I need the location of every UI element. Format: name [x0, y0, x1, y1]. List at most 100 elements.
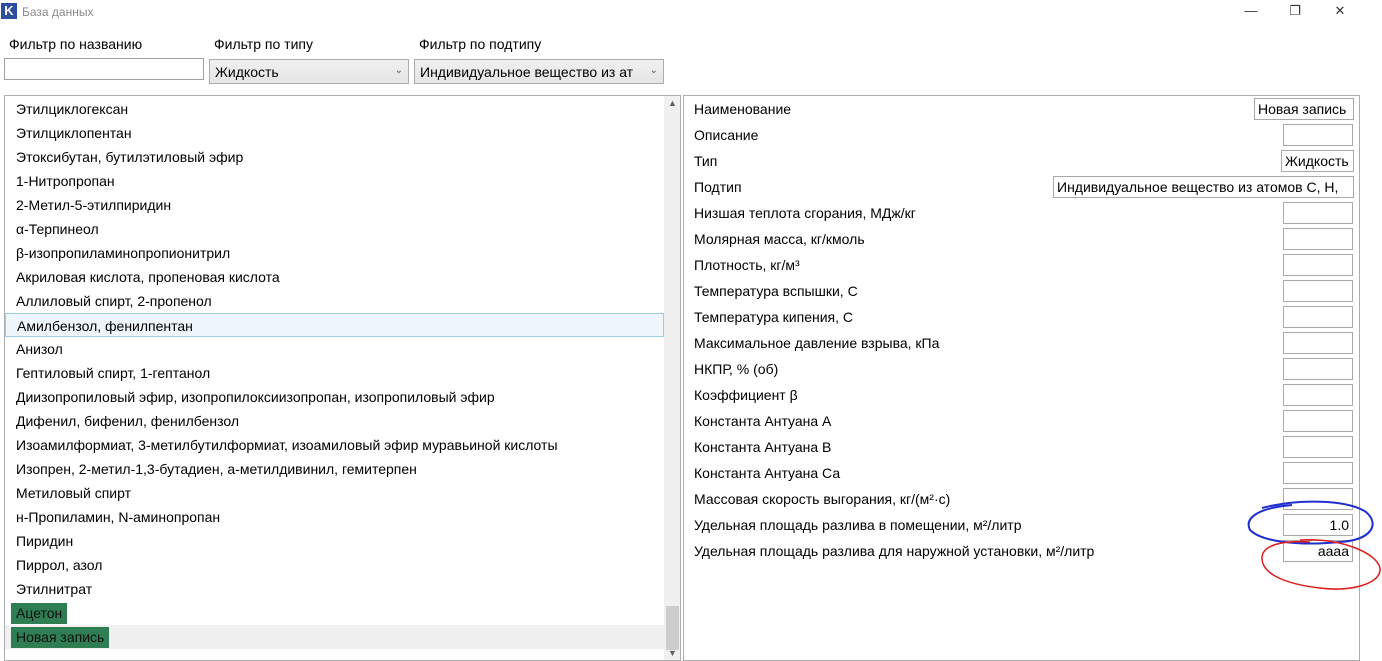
property-value-field[interactable] — [1283, 410, 1353, 432]
property-value-field[interactable] — [1283, 332, 1353, 354]
list-item-label: β-изопропиламинопропионитрил — [16, 245, 231, 261]
property-label: Температура кипения, С — [694, 309, 854, 325]
property-label: Удельная площадь разлива для наружной ус… — [694, 543, 1095, 559]
list-item[interactable]: 2-Метил-5-этилпиридин — [5, 193, 664, 217]
property-label: Коэффициент β — [694, 387, 798, 403]
property-value-field[interactable] — [1283, 384, 1353, 406]
list-item[interactable]: β-изопропиламинопропионитрил — [5, 241, 664, 265]
list-item-label: Акриловая кислота, пропеновая кислота — [16, 269, 280, 285]
list-item-label: Дифенил, бифенил, фенилбензол — [16, 413, 240, 429]
list-item[interactable]: Этоксибутан, бутилэтиловый эфир — [5, 145, 664, 169]
list-item[interactable]: Этилциклогексан — [5, 97, 664, 121]
property-value-field[interactable] — [1283, 254, 1353, 276]
property-label: Константа Антуана В — [694, 439, 832, 455]
property-value-field[interactable] — [1283, 124, 1353, 146]
property-label: Температура вспышки, С — [694, 283, 858, 299]
property-label: Подтип — [694, 179, 742, 195]
properties-panel: Наименование Новая запись Описание Тип Жидко… — [683, 95, 1360, 661]
type-filter-combo[interactable]: Жидкость ⌄ — [209, 59, 409, 84]
property-label: Наименование — [694, 101, 792, 117]
list-item[interactable]: Акриловая кислота, пропеновая кислота — [5, 265, 664, 289]
list-item-label: Амилбензол, фенилпентан — [17, 318, 193, 334]
list-item[interactable]: н-Пропиламин, N-аминопропан — [5, 505, 664, 529]
list-item[interactable]: Дифенил, бифенил, фенилбензол — [5, 409, 664, 433]
minimize-button[interactable]: — — [1228, 2, 1274, 22]
list-item-label: Этоксибутан, бутилэтиловый эфир — [16, 149, 244, 165]
property-value-field[interactable]: Жидкость — [1281, 150, 1354, 172]
list-item[interactable]: Пиридин — [5, 529, 664, 553]
list-item[interactable]: Ацетон — [5, 601, 664, 625]
list-item[interactable]: Метиловый спирт — [5, 481, 664, 505]
list-item-label: Метиловый спирт — [16, 485, 131, 501]
list-item[interactable]: Изоамилформиат, 3-метилбутилформиат, изо… — [5, 433, 664, 457]
property-label: Максимальное давление взрыва, кПа — [694, 335, 940, 351]
scroll-up-icon[interactable]: ▲ — [664, 98, 680, 112]
property-label: Тип — [694, 153, 718, 169]
list-item[interactable]: α-Терпинеол — [5, 217, 664, 241]
property-value-field[interactable] — [1283, 202, 1353, 224]
list-item-label: Этилциклогексан — [16, 101, 129, 117]
property-value-field[interactable] — [1283, 228, 1353, 250]
substance-list[interactable]: Новая запись Ацетон Этилнитрат Пиррол, азол… — [4, 95, 681, 661]
list-item-label: Изопрен, 2-метил-1,3-бутадиен, а-метилди… — [16, 461, 417, 477]
list-item-label: Изоамилформиат, 3-метилбутилформиат, изо… — [16, 437, 558, 453]
name-filter-label: Фильтр по названию — [9, 36, 143, 52]
title-bar: K База данных — ❐ ✕ — [0, 0, 1382, 24]
property-label: НКПР, % (об) — [694, 361, 779, 377]
property-value-field[interactable] — [1283, 462, 1353, 484]
list-item-label: Новая запись — [11, 627, 110, 648]
list-scrollbar[interactable]: ▲ ▼ — [664, 96, 680, 660]
list-item-label: н-Пропиламин, N-аминопропан — [16, 509, 221, 525]
list-item-label: Анизол — [16, 341, 63, 357]
list-item[interactable]: Новая запись — [5, 625, 664, 649]
subtype-filter-value: Индивидуальное вещество из ат — [420, 64, 634, 80]
list-item[interactable]: Амилбензол, фенилпентан — [5, 313, 664, 337]
close-button[interactable]: ✕ — [1317, 2, 1363, 22]
list-item-label: Ацетон — [11, 603, 68, 624]
property-label: Константа Антуана А — [694, 413, 832, 429]
restore-button[interactable]: ❐ — [1272, 2, 1318, 22]
scroll-down-icon[interactable]: ▼ — [664, 648, 680, 660]
list-item-label: Пиррол, азол — [16, 557, 103, 573]
property-label: Низшая теплота сгорания, МДж/кг — [694, 205, 916, 221]
property-value-field[interactable]: 1.0 — [1283, 514, 1353, 536]
name-filter-input[interactable] — [4, 58, 204, 80]
property-value-field[interactable]: Индивидуальное вещество из атомов С, Н, — [1053, 176, 1354, 198]
list-item-label: 1-Нитропропан — [16, 173, 115, 189]
chevron-down-icon: ⌄ — [394, 65, 403, 76]
property-value-field[interactable] — [1283, 488, 1353, 510]
list-item[interactable]: Изопрен, 2-метил-1,3-бутадиен, а-метилди… — [5, 457, 664, 481]
list-item[interactable]: Пиррол, азол — [5, 553, 664, 577]
property-value-field[interactable]: Новая запись — [1254, 98, 1354, 120]
window-title: База данных — [22, 5, 94, 19]
list-item[interactable]: Этилциклопентан — [5, 121, 664, 145]
property-label: Удельная площадь разлива в помещении, м²… — [694, 517, 1022, 533]
list-item[interactable]: Аллиловый спирт, 2-пропенол — [5, 289, 664, 313]
list-item[interactable]: Гептиловый спирт, 1-гептанол — [5, 361, 664, 385]
property-value-field[interactable] — [1283, 280, 1353, 302]
list-item-label: Пиридин — [16, 533, 74, 549]
list-item-label: Этилциклопентан — [16, 125, 132, 141]
property-value-field[interactable]: аааа — [1283, 540, 1353, 562]
property-value-field[interactable] — [1283, 358, 1353, 380]
list-item-label: 2-Метил-5-этилпиридин — [16, 197, 172, 213]
list-item[interactable]: 1-Нитропропан — [5, 169, 664, 193]
property-label: Молярная масса, кг/кмоль — [694, 231, 865, 247]
property-label: Описание — [694, 127, 759, 143]
chevron-down-icon: ⌄ — [649, 65, 658, 76]
list-item[interactable]: Диизопропиловый эфир, изопропилоксиизопр… — [5, 385, 664, 409]
property-value-field[interactable] — [1283, 306, 1353, 328]
list-item-label: Этилнитрат — [16, 581, 93, 597]
subtype-filter-combo[interactable]: Индивидуальное вещество из ат ⌄ — [414, 59, 664, 84]
property-label: Плотность, кг/м³ — [694, 257, 800, 273]
type-filter-value: Жидкость — [215, 64, 279, 80]
property-value-field[interactable] — [1283, 436, 1353, 458]
scroll-thumb[interactable] — [666, 606, 679, 650]
list-item[interactable]: Этилнитрат — [5, 577, 664, 601]
list-item-label: Гептиловый спирт, 1-гептанол — [16, 365, 211, 381]
type-filter-label: Фильтр по типу — [214, 36, 313, 52]
list-item-label: α-Терпинеол — [16, 221, 99, 237]
list-item[interactable]: Анизол — [5, 337, 664, 361]
app-logo-icon: K — [1, 3, 17, 19]
subtype-filter-label: Фильтр по подтипу — [419, 36, 542, 52]
